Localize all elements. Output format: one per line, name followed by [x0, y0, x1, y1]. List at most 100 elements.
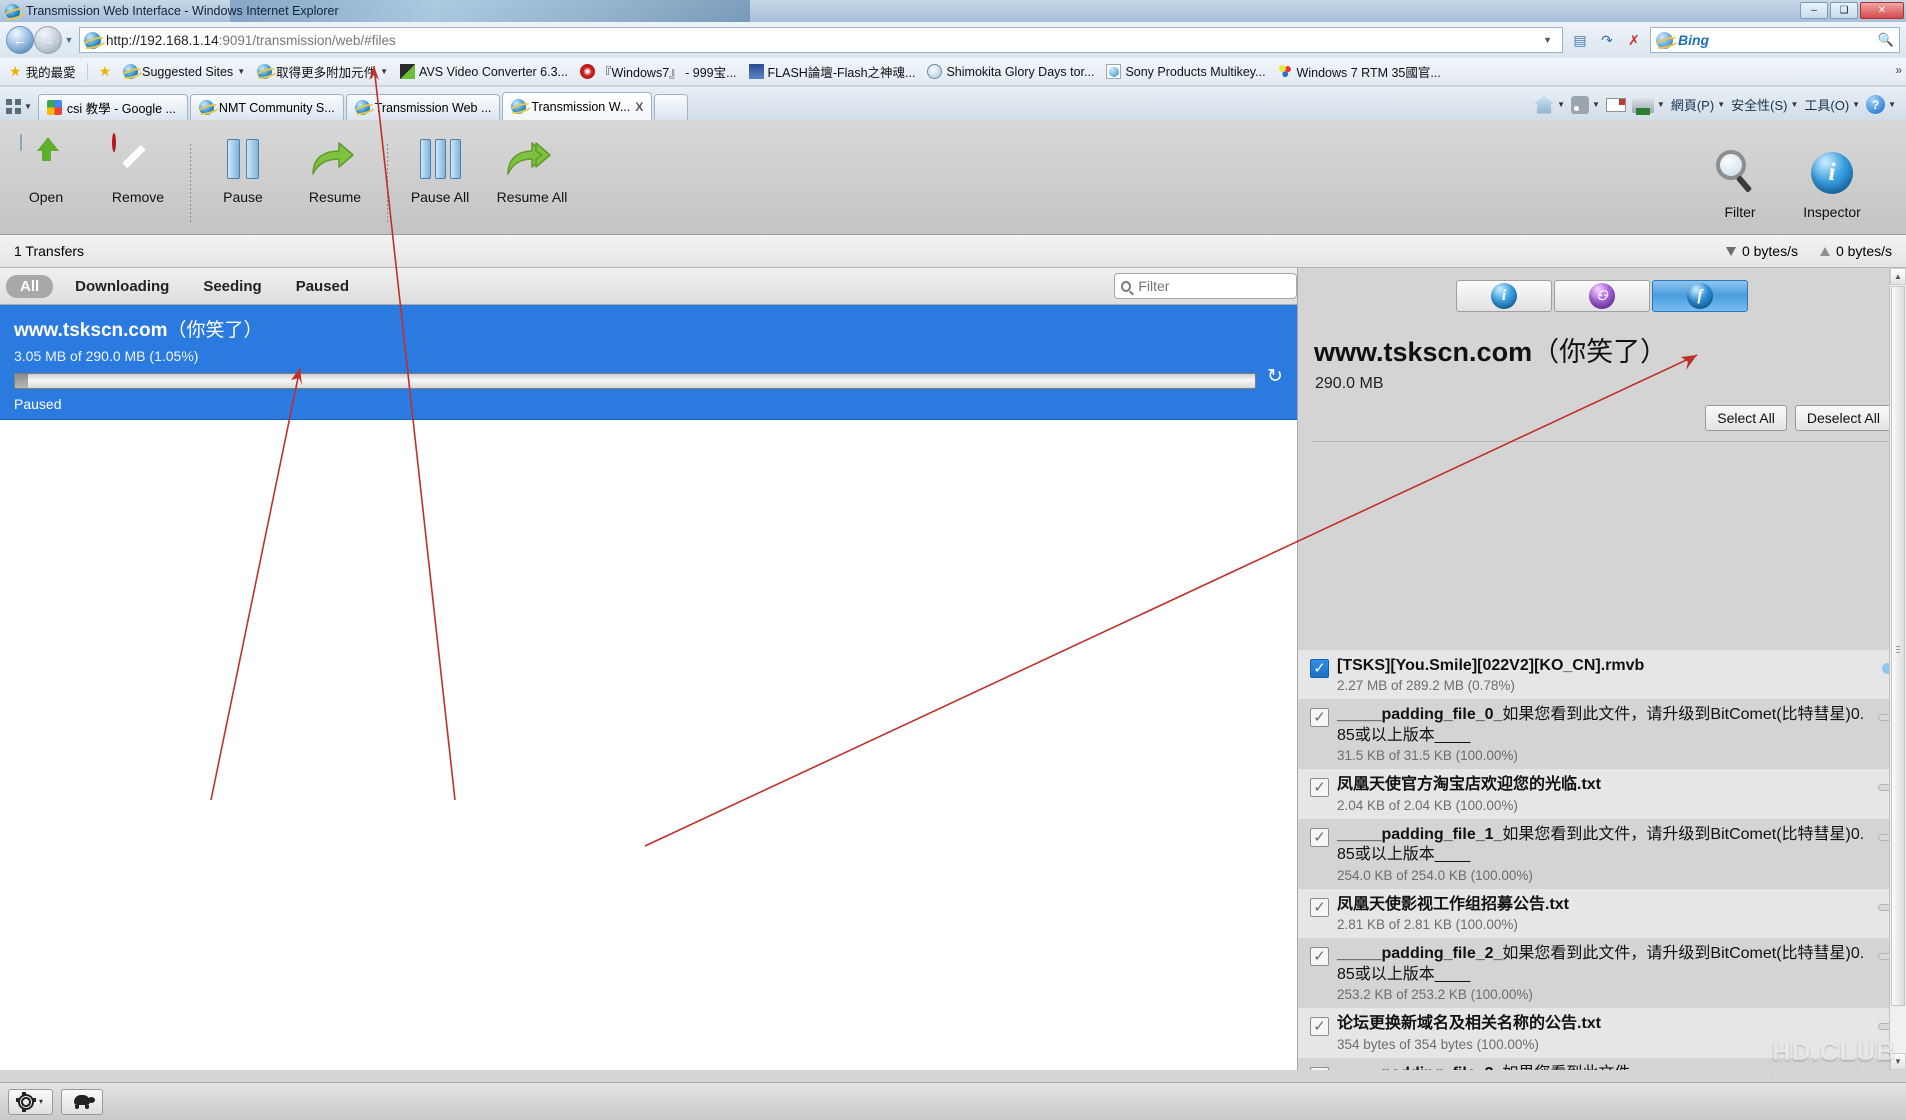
close-button[interactable]: ✕	[1860, 2, 1904, 19]
favorite-flash-forum[interactable]: FLASH論壇-Flash之神魂...	[744, 60, 921, 83]
page-menu[interactable]: 網頁(P) ▼	[1671, 95, 1725, 114]
file-row[interactable]: ✓ 凤凰天使影视工作组招募公告.txt 2.81 KB of 2.81 KB (…	[1298, 888, 1906, 939]
filter-button[interactable]: Filter	[1694, 149, 1786, 220]
read-mail-button[interactable]	[1605, 97, 1626, 112]
tab-transmission-web-1[interactable]: Transmission Web ...	[345, 94, 501, 120]
back-button[interactable]: ←	[6, 26, 34, 54]
preferences-button[interactable]: ▾	[8, 1088, 54, 1115]
filter-tab-downloading[interactable]: Downloading	[63, 274, 181, 299]
filter-search-field[interactable]	[1114, 273, 1297, 299]
file-row[interactable]: ✓ _____padding_file_3_如果您看到此文件，	[1298, 1058, 1906, 1070]
avs-icon	[400, 64, 416, 79]
url-history-chevron-down-icon[interactable]: ▼	[1537, 35, 1558, 45]
file-row[interactable]: ✓ 论坛更换新域名及相关名称的公告.txt 354 bytes of 354 b…	[1298, 1008, 1906, 1058]
upload-speed-value: 0 bytes/s	[1835, 243, 1892, 259]
safety-menu[interactable]: 安全性(S) ▼	[1731, 95, 1798, 114]
compatibility-view-icon[interactable]: ▤	[1570, 30, 1590, 50]
tab-nmt-community[interactable]: NMT Community S...	[189, 94, 344, 120]
resume-button[interactable]: Resume	[289, 135, 381, 205]
favorite-suggested-sites[interactable]: Suggested Sites ▼	[118, 62, 250, 81]
select-all-button[interactable]: Select All	[1705, 405, 1787, 431]
help-menu[interactable]: ? ▼	[1866, 95, 1896, 114]
tools-menu[interactable]: 工具(O) ▼	[1804, 95, 1860, 114]
favorites-label: 我的最愛	[25, 66, 76, 80]
new-tab-button[interactable]	[654, 94, 689, 120]
download-arrow-icon	[1725, 246, 1736, 256]
favorite-windows7-rtm[interactable]: Windows 7 RTM 35國官...	[1273, 60, 1446, 83]
file-row[interactable]: ✓ [TSKS][You.Smile][022V2][KO_CN].rmvb 2…	[1298, 650, 1906, 700]
inspector-tab-info[interactable]: i	[1456, 280, 1552, 312]
file-name: 凤凰天使影视工作组招募公告.txt	[1337, 895, 1570, 913]
tab-csi-google[interactable]: csi 教學 - Google ...	[37, 94, 188, 120]
maximize-button[interactable]: ❑	[1830, 2, 1858, 19]
open-button[interactable]: Open	[0, 134, 92, 205]
file-checkbox[interactable]: ✓	[1310, 778, 1329, 798]
favorite-avs-video-converter[interactable]: AVS Video Converter 6.3...	[395, 62, 573, 81]
home-button[interactable]: ▼	[1534, 95, 1565, 114]
favorite-shimokita-glory-days[interactable]: Shimokita Glory Days tor...	[922, 62, 1099, 81]
favorite-sony-products-multikey[interactable]: Sony Products Multikey...	[1101, 62, 1270, 81]
star-icon: ★	[9, 63, 22, 79]
resume-all-button[interactable]: Resume All	[486, 135, 578, 205]
file-checkbox[interactable]: ✓	[1310, 659, 1329, 678]
file-checkbox[interactable]: ✓	[1310, 1017, 1329, 1037]
scrollbar-grip	[1896, 646, 1900, 653]
torrent-progress-bar	[14, 373, 1256, 389]
chevron-down-icon: ▼	[237, 67, 246, 76]
file-row[interactable]: ✓ _____padding_file_1_如果您看到此文件，请升级到BitCo…	[1298, 819, 1906, 889]
file-row[interactable]: ✓ _____padding_file_2_如果您看到此文件，请升级到BitCo…	[1298, 938, 1906, 1008]
file-checkbox[interactable]: ✓	[1310, 947, 1329, 967]
file-name-ascii: _____padding_file_2_	[1337, 945, 1503, 963]
internet-explorer-icon	[5, 3, 20, 19]
deselect-all-button[interactable]: Deselect All	[1794, 405, 1892, 431]
file-checkbox[interactable]: ✓	[1310, 827, 1329, 847]
stop-icon[interactable]: ✗	[1624, 30, 1644, 50]
file-body: _____padding_file_0_如果您看到此文件，请升级到BitCome…	[1337, 705, 1870, 763]
favorite-get-more-addons[interactable]: 取得更多附加元件 ▼	[252, 60, 393, 83]
filter-search-input[interactable]	[1136, 277, 1290, 295]
torrent-resume-icon[interactable]: ↻	[1265, 367, 1285, 387]
inspector-scrollbar[interactable]: ▲ ▼	[1889, 268, 1906, 1070]
feeds-button[interactable]: ▼	[1571, 95, 1600, 114]
tab-close-icon[interactable]: X	[635, 100, 643, 114]
print-button[interactable]: ▼	[1631, 96, 1665, 115]
scroll-down-icon[interactable]: ▼	[1890, 1053, 1906, 1070]
green-arrow-icon	[312, 142, 354, 175]
search-magnifier-icon[interactable]: 🔍	[1878, 32, 1894, 48]
favorites-overflow-icon[interactable]: »	[1895, 63, 1902, 77]
file-row[interactable]: ✓ _____padding_file_0_如果您看到此文件，请升级到BitCo…	[1298, 699, 1906, 769]
recent-pages-chevron-down-icon[interactable]: ▼	[62, 35, 76, 45]
search-box[interactable]: Bing 🔍	[1650, 27, 1900, 53]
file-checkbox[interactable]: ✓	[1310, 897, 1329, 917]
add-to-favorites-bar-button[interactable]: ★	[94, 61, 117, 82]
file-row[interactable]: ✓ 凤凰天使官方淘宝店欢迎您的光临.txt 2.04 KB of 2.04 KB…	[1298, 769, 1906, 819]
file-meta: 2.04 KB of 2.04 KB (100.00%)	[1337, 797, 1518, 813]
inspector-tab-peers[interactable]: ⚇	[1554, 280, 1650, 312]
filter-tab-seeding[interactable]: Seeding	[191, 274, 273, 299]
quick-tabs-button[interactable]: ▼	[4, 99, 38, 120]
toolbar-group-right: Filter i Inspector	[1694, 135, 1906, 220]
remove-button[interactable]: Remove	[92, 133, 184, 205]
filter-tab-paused[interactable]: Paused	[284, 274, 361, 299]
ie-icon	[257, 64, 273, 79]
scrollbar-thumb[interactable]	[1891, 286, 1905, 1006]
favorites-center-button[interactable]: ★ 我的最愛	[4, 60, 81, 83]
file-checkbox[interactable]: ✓	[1310, 1066, 1329, 1070]
forward-button[interactable]: →	[34, 26, 62, 54]
scroll-up-icon[interactable]: ▲	[1890, 268, 1906, 285]
pause-button[interactable]: Pause	[197, 135, 289, 205]
minimize-button[interactable]: –	[1800, 2, 1828, 19]
tab-transmission-web-2[interactable]: Transmission W... X	[502, 92, 653, 120]
inspector-tab-files[interactable]: f	[1652, 280, 1748, 312]
favorite-windows7-999[interactable]: 『Windows7』 - 999宝...	[575, 60, 742, 83]
filter-tab-all[interactable]: All	[6, 274, 54, 298]
alt-speed-button[interactable]	[61, 1088, 104, 1115]
refresh-icon[interactable]: ↷	[1597, 30, 1617, 50]
pause-all-button[interactable]: Pause All	[394, 135, 486, 205]
inspector-button[interactable]: i Inspector	[1786, 150, 1878, 220]
file-checkbox[interactable]: ✓	[1310, 708, 1329, 728]
chevron-down-icon[interactable]: ▼	[24, 102, 32, 111]
chevron-down-icon: ▼	[1592, 100, 1600, 109]
url-bar[interactable]: http://192.168.1.14:9091/transmission/we…	[79, 27, 1563, 53]
torrent-row[interactable]: www.tskscn.com（你笑了） 3.05 MB of 290.0 MB …	[0, 305, 1297, 420]
